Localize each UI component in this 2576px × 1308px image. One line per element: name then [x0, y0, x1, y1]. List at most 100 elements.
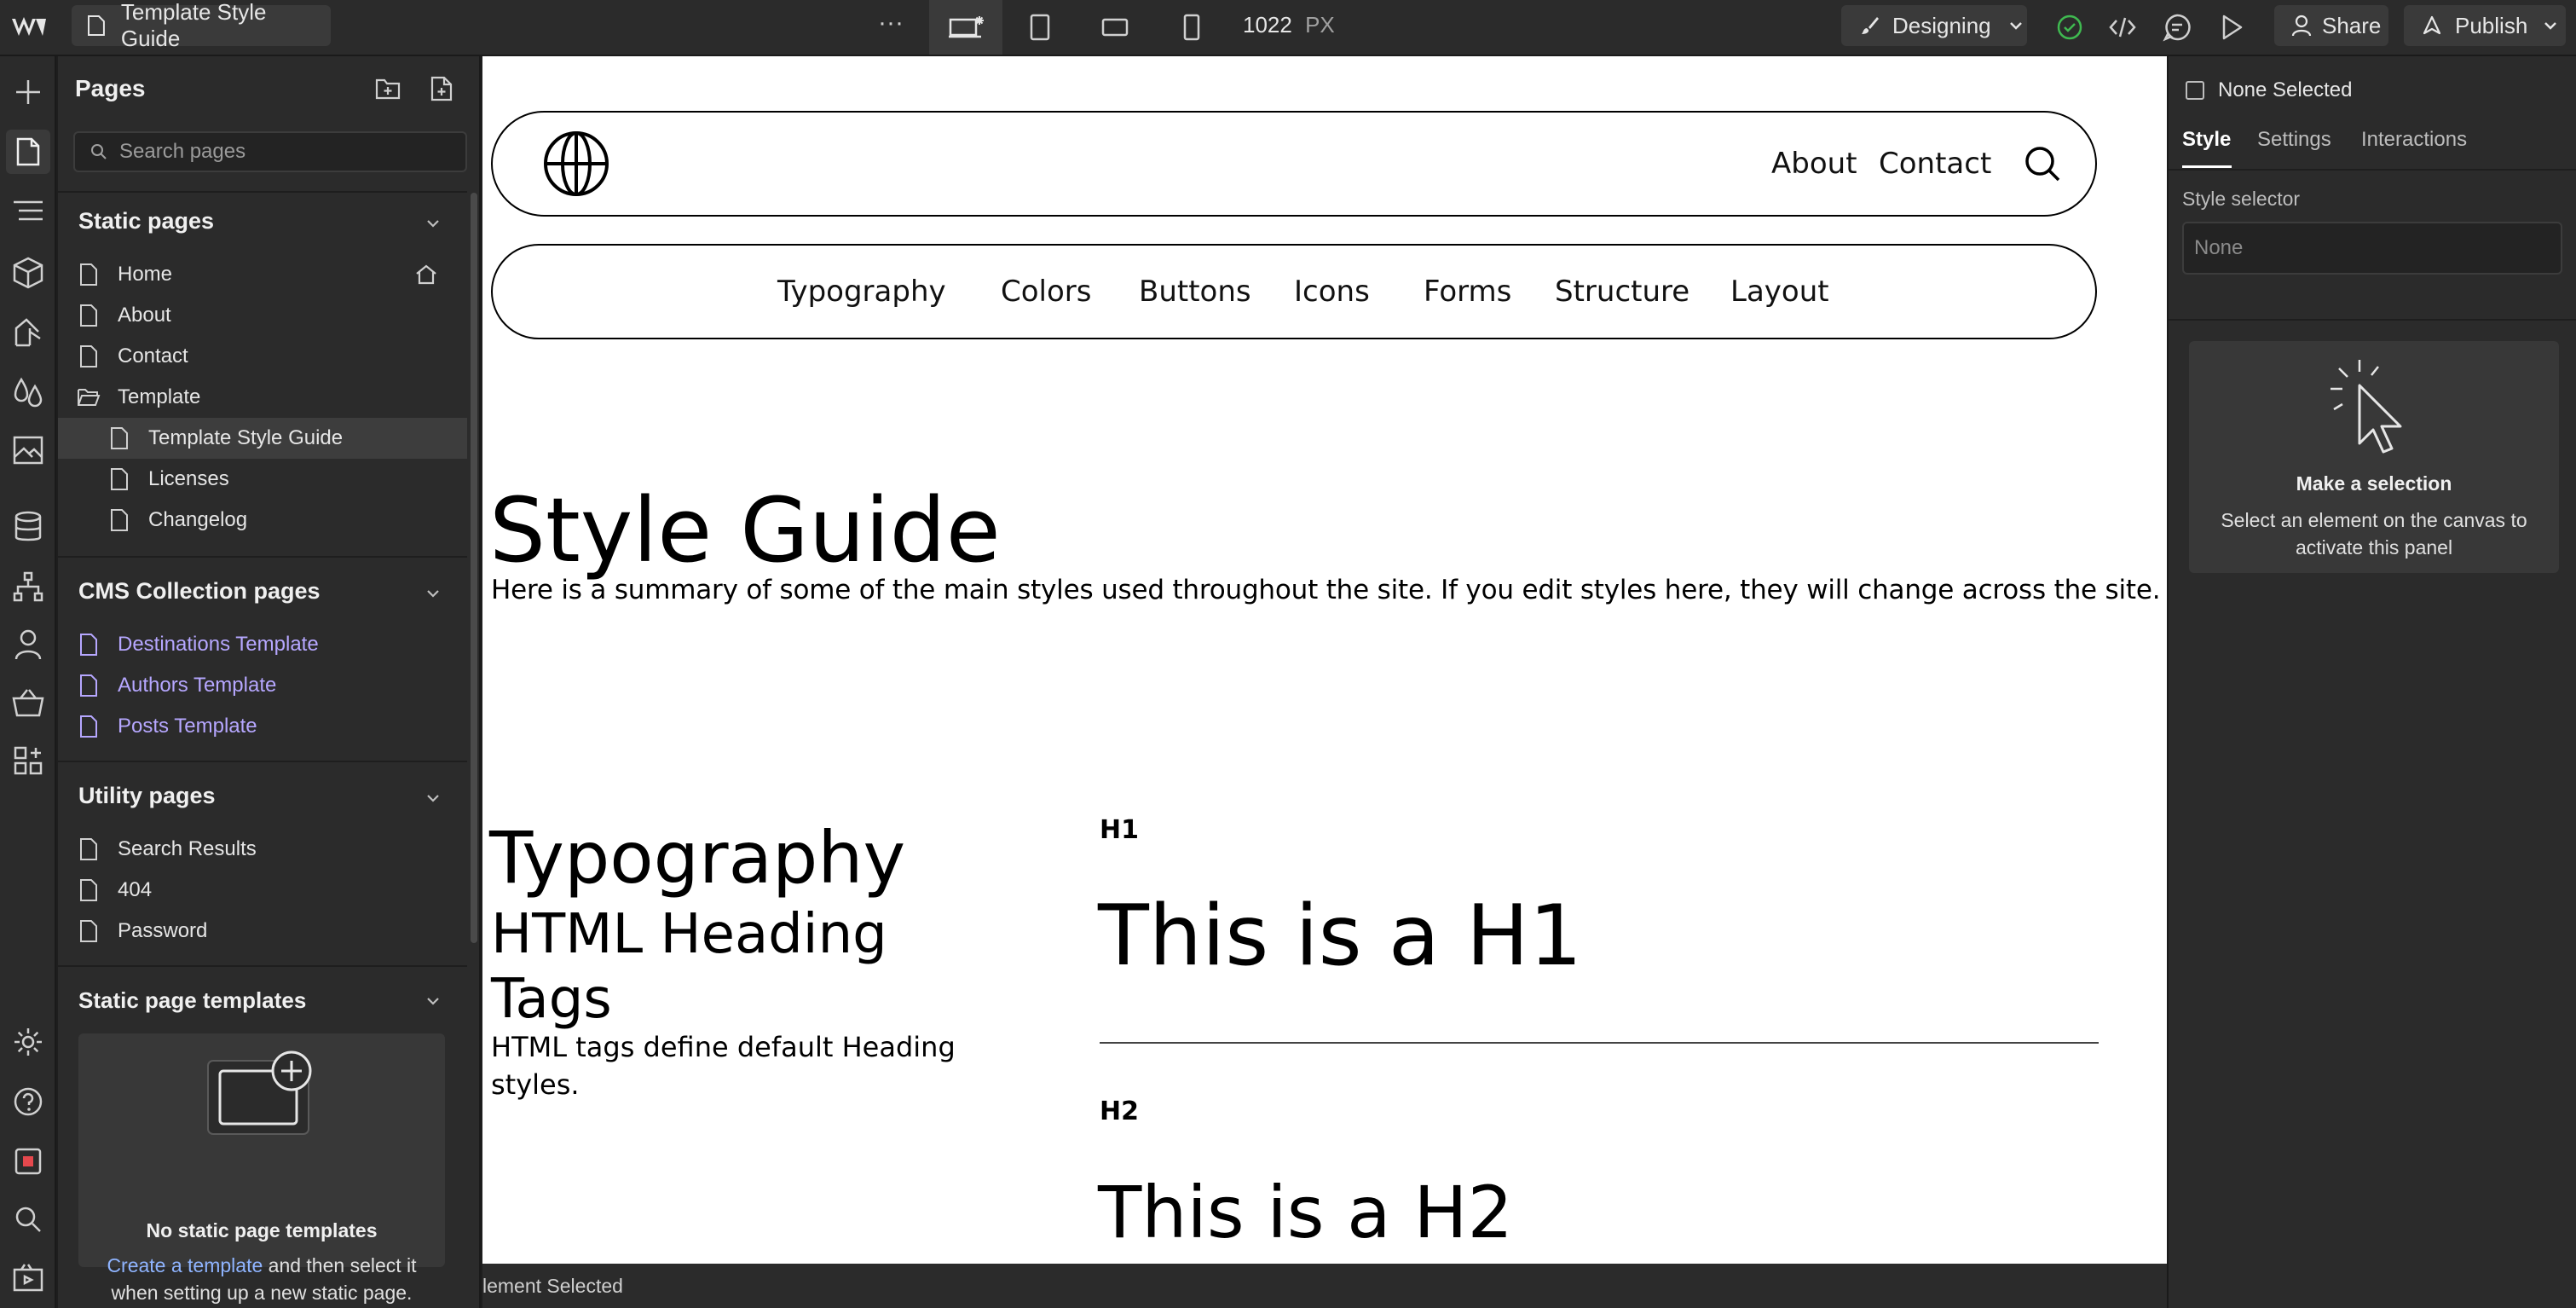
cms-item-destinations[interactable]: Destinations Template [58, 624, 467, 665]
code-icon[interactable] [2104, 9, 2141, 46]
add-elements-icon[interactable] [9, 73, 47, 111]
subnav-colors[interactable]: Colors [1001, 275, 1091, 309]
utility-item-password[interactable]: Password [58, 911, 467, 952]
publish-button[interactable]: Publish [2404, 5, 2566, 46]
tab-style[interactable]: Style [2182, 128, 2231, 152]
breakpoint-landscape-button[interactable] [1096, 9, 1134, 46]
typography-description[interactable]: HTML tags define default Heading styles. [491, 1028, 956, 1103]
apps-icon[interactable] [9, 742, 47, 779]
search-icon[interactable] [9, 1201, 47, 1238]
typography-subtitle[interactable]: HTML Heading Tags [491, 902, 887, 1032]
breakpoint-tablet-button[interactable] [1021, 9, 1059, 46]
page-item-label: About [118, 304, 171, 327]
page-item-changelog[interactable]: Changelog [58, 500, 467, 541]
hero-text[interactable]: Here is a summary of some of the main st… [491, 575, 2161, 605]
page-item-template-style-guide[interactable]: Template Style Guide [58, 418, 467, 459]
pages-panel-title: Pages [75, 75, 146, 101]
typography-title[interactable]: Typography [489, 815, 905, 900]
static-templates-header[interactable]: Static page templates [78, 987, 306, 1014]
templates-text-part-1: and then select it [263, 1254, 417, 1276]
page-item-label: Password [118, 919, 208, 942]
ecommerce-basket-icon[interactable] [9, 684, 47, 721]
design-canvas[interactable]: About Contact Typography Colors Buttons … [482, 56, 2167, 1264]
search-pages-input[interactable]: Search pages [73, 131, 467, 172]
search-icon[interactable] [2024, 145, 2061, 182]
logic-flow-icon[interactable] [9, 568, 47, 605]
subnav-typography[interactable]: Typography [777, 275, 946, 309]
none-selected-row[interactable]: None Selected [2186, 78, 2352, 102]
create-template-link[interactable]: Create a template [107, 1254, 263, 1276]
chevron-down-icon[interactable] [423, 788, 443, 808]
chevron-down-icon[interactable] [423, 991, 443, 1011]
users-icon[interactable] [9, 626, 47, 663]
navigator-icon[interactable] [9, 193, 47, 230]
page-switcher-button[interactable]: Template Style Guide [72, 0, 331, 51]
share-button[interactable]: Share [2274, 5, 2388, 46]
subnav-layout[interactable]: Layout [1730, 275, 1829, 309]
webflow-logo-icon[interactable] [10, 12, 48, 43]
page-item-label: Licenses [148, 467, 229, 490]
globe-logo-icon[interactable] [542, 130, 610, 198]
utility-item-search-results[interactable]: Search Results [58, 829, 467, 870]
utility-pages-header[interactable]: Utility pages [78, 783, 216, 809]
page-item-label: Home [118, 263, 173, 286]
hero-title[interactable]: Style Guide [489, 479, 1001, 582]
publish-label: Publish [2455, 12, 2528, 38]
cms-item-posts[interactable]: Posts Template [58, 706, 467, 747]
variables-drops-icon[interactable] [9, 373, 47, 411]
assets-image-icon[interactable] [9, 431, 47, 469]
static-pages-header[interactable]: Static pages [78, 208, 214, 234]
site-navbar[interactable]: About Contact [491, 111, 2097, 217]
more-options-button[interactable]: ··· [878, 9, 904, 38]
add-page-icon[interactable] [430, 75, 453, 102]
comments-icon[interactable] [2158, 9, 2196, 46]
element-checkbox[interactable] [2186, 81, 2204, 100]
h2-sample[interactable]: This is a H2 [1098, 1168, 1513, 1257]
utility-item-404[interactable]: 404 [58, 870, 467, 911]
home-icon[interactable] [414, 263, 438, 286]
page-item-home[interactable]: Home [58, 254, 467, 295]
canvas-width-readout[interactable]: 1022 PX [1243, 12, 1335, 38]
style-selector-input[interactable]: None [2182, 222, 2562, 275]
components-icon[interactable] [9, 254, 47, 292]
search-icon [91, 144, 107, 159]
preview-play-icon[interactable] [2213, 9, 2250, 46]
pages-icon[interactable] [6, 130, 50, 174]
cms-pages-header[interactable]: CMS Collection pages [78, 578, 321, 605]
nav-link-about[interactable]: About [1771, 147, 1857, 181]
subnav-icons[interactable]: Icons [1294, 275, 1370, 309]
subnav-structure[interactable]: Structure [1555, 275, 1689, 309]
page-item-about[interactable]: About [58, 295, 467, 336]
breakpoint-desktop-button[interactable] [929, 0, 1002, 55]
settings-gear-icon[interactable] [9, 1023, 47, 1061]
cms-database-icon[interactable] [9, 508, 47, 546]
breakpoint-mobile-button[interactable] [1173, 9, 1210, 46]
page-item-contact[interactable]: Contact [58, 336, 467, 377]
h1-label[interactable]: H1 [1100, 815, 1139, 845]
subnav-forms[interactable]: Forms [1424, 275, 1511, 309]
tab-interactions[interactable]: Interactions [2361, 128, 2467, 152]
chevron-down-icon[interactable] [423, 583, 443, 604]
cms-item-authors[interactable]: Authors Template [58, 665, 467, 706]
help-icon[interactable] [9, 1083, 47, 1120]
add-folder-icon[interactable] [375, 77, 401, 101]
h1-divider [1100, 1042, 2099, 1044]
pages-scrollbar[interactable] [471, 193, 477, 943]
tab-settings[interactable]: Settings [2257, 128, 2331, 152]
nav-link-contact[interactable]: Contact [1879, 147, 1991, 181]
templates-empty-title: No static page templates [146, 1219, 378, 1241]
style-manager-icon[interactable] [9, 314, 47, 351]
h1-sample[interactable]: This is a H1 [1098, 885, 1582, 987]
publish-status-icon[interactable] [2051, 9, 2088, 46]
folder-item-template[interactable]: Template [58, 377, 467, 418]
subnav-buttons[interactable]: Buttons [1139, 275, 1251, 309]
cms-page-icon [80, 674, 97, 697]
video-tutorials-icon[interactable] [9, 1259, 47, 1296]
chevron-down-icon[interactable] [423, 213, 443, 234]
page-icon [111, 427, 128, 449]
page-item-label: Template [118, 385, 201, 408]
record-icon[interactable] [9, 1143, 47, 1180]
page-item-licenses[interactable]: Licenses [58, 459, 467, 500]
h2-label[interactable]: H2 [1100, 1097, 1139, 1126]
mode-dropdown[interactable]: Designing [1841, 5, 2027, 46]
